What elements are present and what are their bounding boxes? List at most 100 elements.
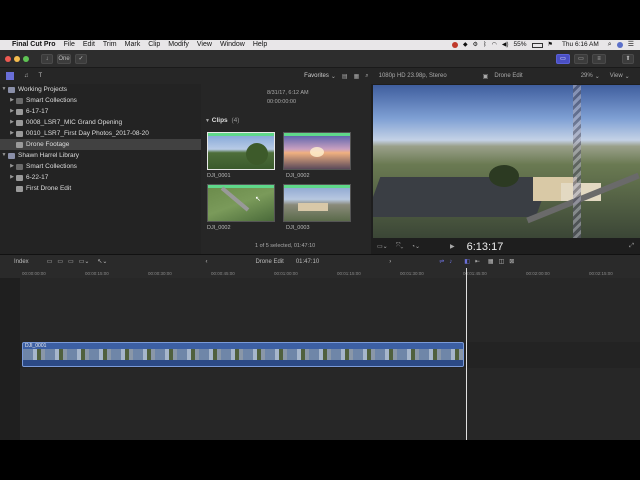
event-row[interactable]: Drone Footage (0, 139, 201, 150)
disclosure-triangle-icon[interactable]: ▶ (8, 172, 16, 183)
status-bluetooth-icon[interactable]: ᛒ (483, 40, 487, 50)
event-row[interactable]: ▶ 0010_LSR7_First Day Photos_2017-08-20 (0, 128, 201, 139)
timeline-clip[interactable]: DJI_0001 (22, 342, 464, 367)
zoom-dropdown[interactable]: 29% (581, 73, 593, 79)
transitions-browser-icon[interactable]: ⊠ (509, 258, 514, 265)
event-row[interactable]: First Drone Edit (0, 183, 201, 194)
menu-trim[interactable]: Trim (99, 40, 121, 50)
layout-browser-button[interactable]: ▭ (556, 53, 570, 64)
event-row[interactable]: ▶ 0008_LSR7_MIC Grand Opening (0, 117, 201, 128)
minimize-window-button[interactable] (14, 55, 20, 62)
timeline-ruler[interactable]: 00:00:00:00 00:00:15:00 00:00:30:00 00:00:4… (0, 268, 640, 278)
append-clip-icon[interactable]: ▭ (68, 258, 74, 265)
menu-clip[interactable]: Clip (144, 40, 164, 50)
event-row[interactable]: ▶ Smart Collections (0, 161, 201, 172)
viewer-frame[interactable] (373, 85, 640, 238)
status-gear-icon[interactable]: ⚙ (473, 40, 478, 50)
viewer-controls: ▭⌄ ⤧⌄ ◔⌄ ▶ 6:13:17 ⤢ (371, 239, 640, 254)
overwrite-clip-icon[interactable]: ▭⌄ (79, 258, 90, 265)
viewer-timecode[interactable]: 6:13:17 (467, 241, 504, 253)
disclosure-triangle-icon[interactable]: ▶ (8, 128, 16, 139)
notifications-icon[interactable]: ☰ (628, 40, 634, 50)
clips-heading: Clips (211, 117, 228, 124)
titles-generators-icon[interactable]: T (39, 73, 43, 79)
disclosure-triangle-icon[interactable]: ▶ (8, 106, 16, 117)
view-dropdown[interactable]: View (610, 73, 623, 79)
connect-clip-icon[interactable]: ▭ (47, 258, 53, 265)
disclosure-triangle-icon[interactable]: ▼ (0, 150, 8, 161)
volume-icon[interactable]: ◀) (502, 40, 509, 50)
background-tasks-icon[interactable]: ✓ (75, 53, 87, 64)
fullscreen-icon[interactable]: ⤢ (629, 243, 634, 250)
insert-clip-icon[interactable]: ▭ (57, 258, 63, 265)
photos-audio-icon[interactable]: ♫ (24, 73, 29, 79)
clock[interactable]: Thu 6:16 AM (562, 40, 599, 50)
library-row[interactable]: ▼ Shawn Harrel Library (0, 150, 201, 161)
audio-skimming-icon[interactable]: ♪ (449, 259, 452, 265)
disclosure-triangle-icon[interactable]: ▼ (0, 84, 8, 95)
solo-icon[interactable]: ◧ (464, 258, 470, 265)
battery-percent[interactable]: 55% (514, 40, 527, 50)
menu-bar: Final Cut Pro File Edit Trim Mark Clip M… (0, 40, 640, 50)
display-options-icon[interactable]: ▭⌄ (377, 243, 388, 250)
status-dropbox-icon[interactable]: ◆ (463, 40, 468, 50)
clip-thumbnail[interactable] (283, 132, 351, 170)
filmstrip-icon[interactable]: ▤ (342, 73, 348, 80)
import-download-icon[interactable]: ↓ (41, 53, 53, 64)
timeline-area[interactable]: DJI_0001 (0, 268, 640, 440)
status-record-icon[interactable] (452, 42, 459, 48)
disclosure-triangle-icon[interactable]: ▶ (8, 117, 16, 128)
menu-view[interactable]: View (193, 40, 216, 50)
wifi-icon[interactable]: ◠ (492, 40, 497, 50)
timeline-duration: 01:47:10 (295, 258, 320, 265)
browser-search-icon[interactable]: ⌕ (365, 73, 368, 80)
user-icon[interactable] (616, 42, 623, 48)
library-icon (8, 152, 15, 159)
history-forward-icon[interactable]: › (389, 259, 391, 265)
libraries-icon[interactable] (6, 72, 14, 80)
library-item-label: 6-17-17 (26, 108, 49, 115)
flag-icon[interactable]: ⚑ (548, 40, 553, 50)
history-back-icon[interactable]: ‹ (205, 259, 207, 265)
ruler-tick-label: 00:00:00:00 (22, 271, 46, 276)
inspector-toggle-button[interactable]: ≡ (592, 53, 606, 64)
zoom-chevron-icon: ⌄ (594, 73, 600, 80)
disclosure-triangle-icon[interactable]: ▶ (8, 161, 16, 172)
event-row[interactable]: ▶ 6-17-17 (0, 106, 201, 117)
clip-thumbnail[interactable]: ↖ (207, 184, 275, 222)
clips-group-header[interactable]: ▼ Clips (4) (205, 117, 239, 124)
clip-appearance-icon[interactable]: ▦ (354, 73, 360, 80)
play-button[interactable]: ▶ (450, 243, 455, 250)
transform-tools-icon[interactable]: ⤧⌄ (396, 243, 404, 250)
skimming-icon[interactable]: ⇌ (439, 258, 444, 265)
effects-browser-icon[interactable]: ◫ (499, 258, 505, 265)
favorites-dropdown[interactable]: Favorites (304, 73, 329, 79)
keyword-button[interactable]: One (57, 53, 71, 64)
menu-file[interactable]: File (60, 40, 79, 50)
share-icon[interactable]: ⬆ (622, 53, 634, 64)
menu-mark[interactable]: Mark (121, 40, 145, 50)
library-item-label: Smart Collections (26, 163, 77, 170)
disclosure-triangle-icon[interactable]: ▼ (205, 118, 210, 124)
clip-thumbnail[interactable] (207, 132, 275, 170)
search-icon[interactable]: ⌕ (608, 40, 612, 50)
menu-help[interactable]: Help (249, 40, 271, 50)
menu-modify[interactable]: Modify (164, 40, 193, 50)
snapping-icon[interactable]: ⇤ (475, 258, 480, 265)
layout-timeline-button[interactable]: ▭ (574, 53, 588, 64)
menu-edit[interactable]: Edit (79, 40, 99, 50)
zoom-window-button[interactable] (23, 55, 29, 62)
close-window-button[interactable] (5, 55, 11, 62)
menu-window[interactable]: Window (216, 40, 249, 50)
clip-thumbnail[interactable] (283, 184, 351, 222)
speed-tools-icon[interactable]: ◔⌄ (411, 243, 420, 250)
clip-appearance-icon[interactable]: ▦ (488, 258, 494, 265)
playhead[interactable] (466, 268, 467, 440)
disclosure-triangle-icon[interactable]: ▶ (8, 95, 16, 106)
library-row[interactable]: ▼ Working Projects (0, 84, 201, 95)
select-tool-icon[interactable]: ↖⌄ (97, 258, 107, 265)
app-menu[interactable]: Final Cut Pro (8, 40, 60, 50)
index-button[interactable]: Index (14, 259, 29, 265)
event-row[interactable]: ▶ Smart Collections (0, 95, 201, 106)
event-row[interactable]: ▶ 6-22-17 (0, 172, 201, 183)
